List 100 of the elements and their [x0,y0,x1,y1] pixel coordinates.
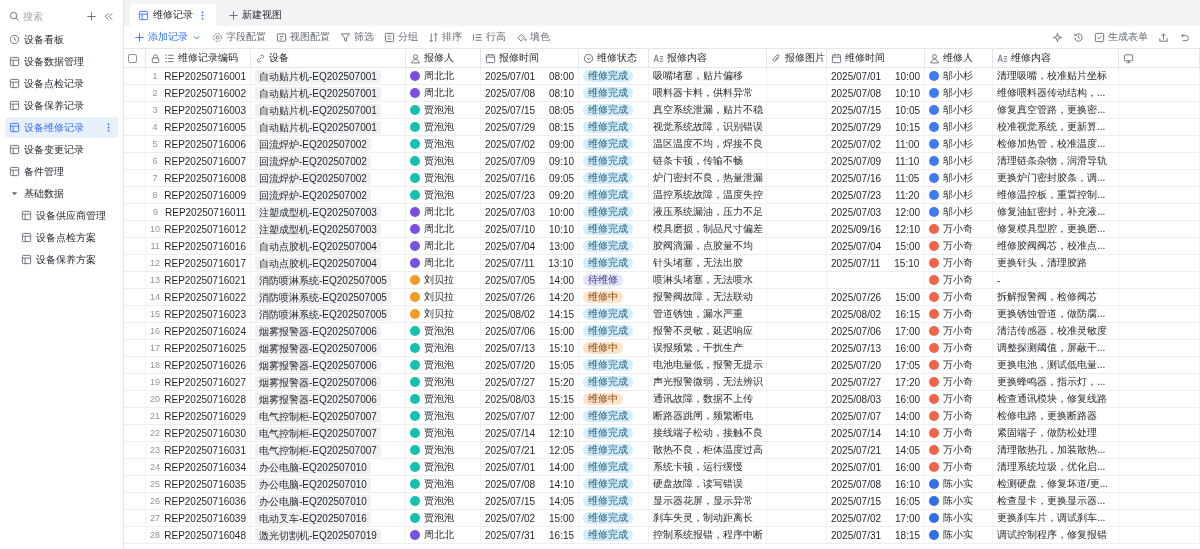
column-header[interactable]: 报修人 [406,49,481,67]
status-tag: 维修完成 [583,461,633,473]
select-all-checkbox[interactable] [128,53,137,63]
time-text: 13:00 [549,240,575,252]
plus-icon[interactable] [86,10,97,22]
generate-form-button[interactable]: 生成表单 [1094,30,1148,44]
date-text: 2025/08/03 [831,393,882,405]
plus-icon [134,31,145,43]
date-text: 2025/07/03 [831,206,882,218]
paint-bucket-icon [516,31,527,43]
column-header[interactable]: 报修内容 [649,49,767,67]
sidebar-item[interactable]: 设备变更记录 [5,139,118,160]
sidebar-item[interactable]: 设备维修记录 [5,117,118,138]
table-cell: 清洁传感器，校准灵敏度 [997,324,1107,338]
record-code: REP20250716029 [164,410,246,422]
column-header[interactable]: 维修时间 [827,49,925,67]
column-header[interactable]: 设备 [251,49,406,67]
undo-icon[interactable] [1179,31,1190,43]
status-tag: 维修完成 [583,478,633,490]
person-name: 陈小实 [943,511,973,525]
person-name: 贾泡泡 [424,103,454,117]
view-tab[interactable]: 维修记录 [130,4,216,26]
collapse-icon[interactable] [103,10,114,22]
time-text: 10:10 [549,223,575,235]
date-text: 2025/07/06 [485,325,536,337]
time-text: 17:00 [895,512,921,524]
person-name: 贾泡泡 [424,409,454,423]
time-text: 12:10 [895,223,921,235]
history-icon[interactable] [1073,31,1084,43]
table-cell: 声光报警微弱，无法辨识 [653,375,763,389]
column-header[interactable]: 维修记录编码 [146,49,251,67]
column-header[interactable]: 维修人 [925,49,993,67]
person-name: 万小奇 [943,375,973,389]
table-cell: 清理散热孔，加装散热... [997,443,1106,457]
sidebar-item[interactable]: 设备点检记录 [5,73,118,94]
table-cell: 通讯故障，数据不上传 [653,392,753,406]
device-tag: 自动贴片机-EQ202507001 [255,120,381,134]
sidebar-item[interactable]: 设备供应商管理 [5,205,118,226]
sidebar-item[interactable]: 基础数据 [5,183,118,204]
time-text: 16:00 [895,393,921,405]
date-text: 2025/07/15 [831,495,882,507]
table-cell: 针头堵塞，无法出胶 [653,256,743,270]
toolbar-button[interactable]: 字段配置 [212,30,266,44]
sidebar-item[interactable]: 设备看板 [5,29,118,50]
date-text: 2025/07/09 [831,155,882,167]
device-tag: 回流焊炉-EQ202507002 [255,171,371,185]
table-cell: 检测硬盘，修复坏道/更... [997,477,1109,491]
person-name: 邬小杉 [943,86,973,100]
toolbar-button[interactable]: 排序 [428,30,462,44]
device-tag: 烟雾报警器-EQ202507006 [255,358,381,372]
sidebar-item[interactable]: 设备保养方案 [5,249,118,270]
device-tag: 烟雾报警器-EQ202507006 [255,341,381,355]
date-text: 2025/07/14 [485,427,536,439]
status-tag: 维修完成 [583,155,633,167]
toolbar-button[interactable]: 行高 [472,30,506,44]
table-cell: 检修加热管，校准温度... [997,137,1106,151]
device-tag: 自动贴片机-EQ202507001 [255,103,381,117]
date-text: 2025/07/07 [485,410,536,422]
time-text: 16:10 [895,478,921,490]
sidebar-item[interactable]: 设备点检方案 [5,227,118,248]
record-code: REP20250716003 [164,104,246,116]
new-view-button[interactable]: 新建视图 [220,4,290,26]
table-cell: 液压系统漏油，压力不足 [653,205,763,219]
table-cell: 接线端子松动，接触不良 [653,426,763,440]
sidebar-item[interactable]: 设备保养记录 [5,95,118,116]
table-cell: 链条卡顿，传输不畅 [653,154,743,168]
status-tag: 维修完成 [583,70,633,82]
toolbar-button[interactable]: 填色 [516,30,550,44]
status-tag: 维修完成 [583,410,633,422]
sidebar-item[interactable]: 设备数据管理 [5,51,118,72]
person-name: 周北北 [424,239,454,253]
date-text: 2025/07/26 [831,291,882,303]
column-header[interactable]: 报修图片 [767,49,827,67]
form-icon [1094,31,1105,43]
share-icon[interactable] [1158,31,1169,43]
time-text: 15:15 [549,393,575,405]
time-text: 10:10 [895,87,921,99]
table-cell: 调整探测阈值，屏蔽干... [997,341,1106,355]
status-tag: 维修完成 [583,172,633,184]
column-header[interactable]: 报修时间 [481,49,579,67]
column-header[interactable]: 维修状态 [579,49,649,67]
status-tag: 维修完成 [583,529,633,541]
toolbar-button[interactable]: 视图配置 [276,30,330,44]
search-field[interactable]: 搜索 [23,10,73,22]
time-text: 09:05 [549,172,575,184]
row-number: 8 [151,190,159,200]
toolbar-button[interactable]: 分组 [384,30,418,44]
toolbar-button[interactable]: 筛选 [340,30,374,44]
device-tag: 回流焊炉-EQ202507002 [255,188,371,202]
sparkle-icon[interactable] [1052,31,1063,43]
status-tag: 维修完成 [583,512,633,524]
add-record-button[interactable]: 添加记录 [134,30,202,44]
status-tag: 维修完成 [583,427,633,439]
record-code: REP20250716011 [165,206,246,218]
time-text: 12:00 [895,206,921,218]
row-number: 2 [151,88,159,98]
column-header[interactable]: 维修内容 [993,49,1119,67]
sidebar-item[interactable]: 备件管理 [5,161,118,182]
clock-icon [9,34,20,45]
person-icon [929,52,940,64]
